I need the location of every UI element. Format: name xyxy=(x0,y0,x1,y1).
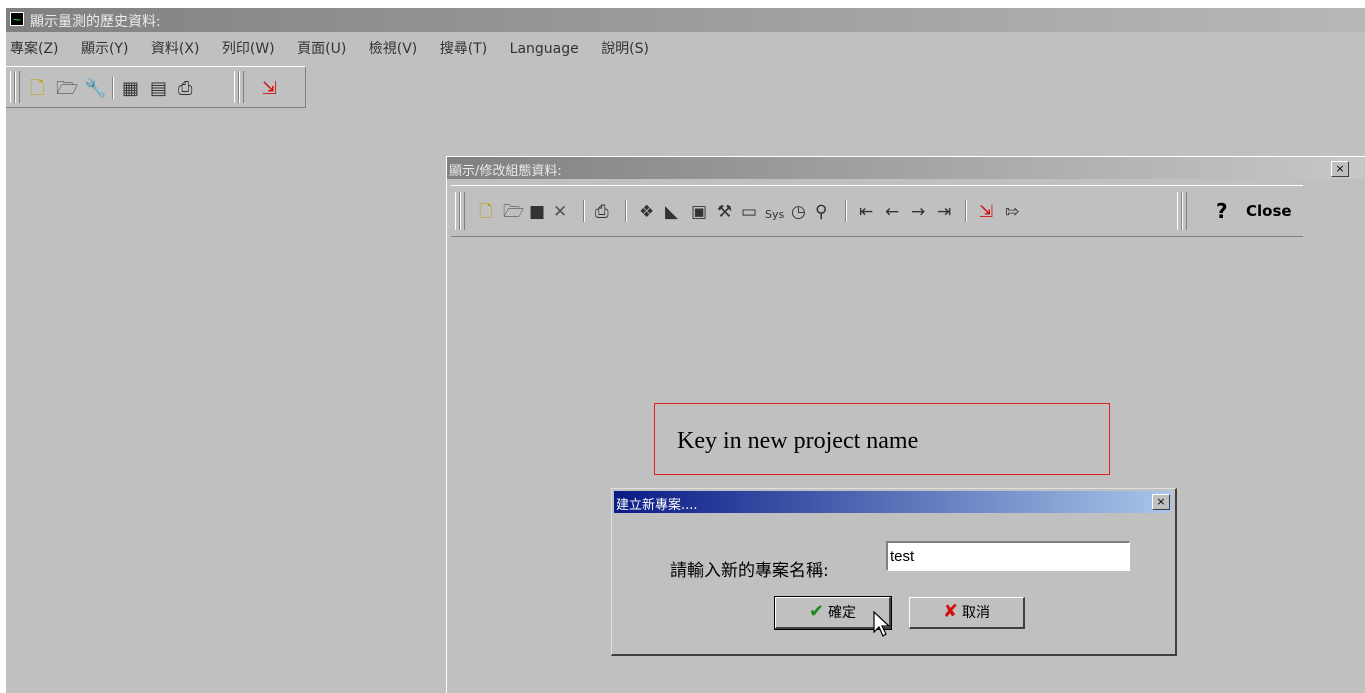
menu-bar: 專案(Z) 顯示(Y) 資料(X) 列印(W) 頁面(U) 檢視(V) 搜尋(T… xyxy=(6,38,659,58)
new-file-icon[interactable]: 🗋 xyxy=(30,79,44,99)
menu-display[interactable]: 顯示(Y) xyxy=(81,38,128,58)
export-icon[interactable]: ⇲ xyxy=(262,79,277,99)
new-project-dialog: 建立新專案.... × 請輸入新的專案名稱: ✔確定 ✘取消 xyxy=(611,488,1177,656)
window-title: 顯示量測的歷史資料: xyxy=(30,14,161,30)
toolbar-separator xyxy=(625,200,627,222)
cancel-button[interactable]: ✘ 取消 xyxy=(909,597,1025,629)
toolbar-grip[interactable] xyxy=(460,192,465,230)
cross-icon: ✘ xyxy=(942,601,959,622)
toolbar-separator xyxy=(583,200,585,222)
previous-record-icon[interactable]: ← xyxy=(885,202,899,222)
tree-icon[interactable]: ❖ xyxy=(639,202,654,222)
magnifier-icon[interactable]: ⚲ xyxy=(815,202,827,222)
save-icon[interactable]: ■ xyxy=(529,202,545,222)
main-toolbar: 🗋 🗁 🔧 ▦ ▤ ⎙ ⇲ xyxy=(6,66,306,108)
table-icon[interactable]: ▦ xyxy=(122,79,139,99)
menu-data[interactable]: 資料(X) xyxy=(151,38,200,58)
printer-icon[interactable]: ⎙ xyxy=(595,202,609,222)
grid-icon[interactable]: ▤ xyxy=(150,79,167,99)
child-title-bar: 顯示/修改組態資料: × xyxy=(447,157,1365,179)
dialog-title: 建立新專案.... xyxy=(616,498,698,513)
close-button[interactable]: Close xyxy=(1246,202,1292,220)
tool-icon[interactable]: ⚒ xyxy=(717,202,732,222)
last-record-icon[interactable]: ⇥ xyxy=(937,202,951,222)
new-file-icon[interactable]: 🗋 xyxy=(479,202,493,222)
menu-project[interactable]: 專案(Z) xyxy=(10,38,59,58)
sys-icon[interactable]: Sys xyxy=(765,205,784,225)
first-record-icon[interactable]: ⇤ xyxy=(859,202,873,222)
printer-icon[interactable]: ⎙ xyxy=(178,79,192,99)
dialog-close-icon[interactable]: × xyxy=(1152,494,1170,510)
menu-search[interactable]: 搜尋(T) xyxy=(440,38,487,58)
title-bar: ~ 顯示量測的歷史資料: xyxy=(6,8,1365,32)
menu-view[interactable]: 檢視(V) xyxy=(369,38,418,58)
project-name-label: 請輸入新的專案名稱: xyxy=(670,561,829,581)
menu-help[interactable]: 說明(S) xyxy=(601,38,649,58)
calculator-icon[interactable]: ▣ xyxy=(691,202,707,222)
menu-language[interactable]: Language xyxy=(510,41,579,57)
open-folder-icon[interactable]: 🗁 xyxy=(503,202,524,222)
menu-print[interactable]: 列印(W) xyxy=(222,38,275,58)
export-icon[interactable]: ⇲ xyxy=(979,202,993,222)
dialog-title-bar: 建立新專案.... × xyxy=(614,491,1172,513)
open-folder-icon[interactable]: 🗁 xyxy=(56,79,78,99)
toolbar-grip[interactable] xyxy=(239,71,244,103)
child-close-icon[interactable]: × xyxy=(1331,161,1349,177)
next-record-icon[interactable]: → xyxy=(911,202,925,222)
toolbar-grip[interactable] xyxy=(1182,192,1187,230)
cancel-label: 取消 xyxy=(962,605,991,621)
menu-page[interactable]: 頁面(U) xyxy=(297,38,346,58)
help-icon[interactable]: ? xyxy=(1216,199,1228,223)
delete-icon[interactable]: ✕ xyxy=(553,202,567,222)
toolbar-separator xyxy=(965,200,967,222)
annotation-callout: Key in new project name xyxy=(654,403,1110,475)
toolbar-separator xyxy=(112,77,114,99)
wrench-icon[interactable]: 🔧 xyxy=(84,79,106,99)
child-window-title: 顯示/修改組態資料: xyxy=(449,164,562,179)
mouse-cursor-icon xyxy=(873,610,891,637)
ok-label: 確定 xyxy=(828,605,857,621)
toolbar-separator xyxy=(845,200,847,222)
monitor-icon[interactable]: ▭ xyxy=(741,202,757,222)
import-icon[interactable]: ⇰ xyxy=(1005,202,1019,222)
toolbar-grip[interactable] xyxy=(15,71,20,103)
gauge-icon[interactable]: ◷ xyxy=(791,202,806,222)
app-icon: ~ xyxy=(10,12,24,26)
probe-icon[interactable]: ◣ xyxy=(665,202,678,222)
checkmark-icon: ✔ xyxy=(808,601,825,622)
annotation-text: Key in new project name xyxy=(677,428,919,454)
config-toolbar: 🗋 🗁 ■ ✕ ⎙ ❖ ◣ ▣ ⚒ ▭ Sys ◷ ⚲ ⇤ ← → ⇥ ⇲ ⇰ … xyxy=(451,185,1303,237)
project-name-input[interactable] xyxy=(886,541,1130,571)
